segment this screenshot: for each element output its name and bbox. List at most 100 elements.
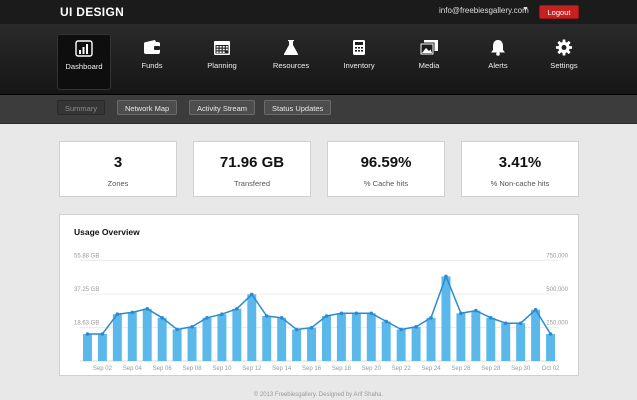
nav-item-settings[interactable]: Settings	[537, 34, 591, 90]
usage-overview-panel: Usage Overview 55.88 GB 37.25 GB 18.63 GB 7…	[59, 214, 579, 376]
flask-icon	[283, 40, 299, 55]
chart-bar	[277, 317, 287, 361]
series-point	[444, 274, 448, 279]
x-tick-label: Sep 16	[302, 366, 322, 372]
usage-chart: 55.88 GB 37.25 GB 18.63 GB 750,000 500,000 25…	[74, 253, 569, 372]
chart-bar	[142, 308, 152, 361]
chart-bar	[321, 316, 331, 361]
chart-icon	[75, 40, 93, 57]
series-point	[264, 314, 269, 318]
top-bar: UI DESIGN info@freebiesgallery.com ▼ Log…	[0, 0, 637, 24]
chart-bar	[172, 329, 182, 361]
chart-bar	[546, 334, 556, 361]
series-point	[533, 307, 538, 312]
x-tick-label: Sep 26	[451, 366, 471, 372]
stat-card-cache-hits: 96.59% % Cache hits	[327, 141, 445, 197]
chart-bar	[232, 308, 242, 361]
series-point	[324, 314, 329, 318]
y-right-tick-label: 250,000	[546, 320, 568, 326]
stat-value: 96.59%	[360, 154, 412, 171]
series-point	[190, 325, 194, 329]
chart-bar	[381, 321, 391, 361]
chart-bar	[187, 326, 197, 361]
main-nav: Dashboard Funds Planning Resources Inven…	[0, 24, 637, 95]
series-point	[384, 319, 389, 324]
series-point	[399, 327, 403, 332]
series-point	[369, 311, 374, 316]
chart-bar	[471, 310, 481, 361]
stat-value: 3	[113, 154, 123, 171]
chart-bar	[127, 312, 137, 361]
x-tick-label: Sep 14	[272, 366, 292, 372]
chart-bar	[217, 314, 227, 361]
x-tick-label: Sep 24	[422, 366, 442, 372]
tab-activity-stream[interactable]: Activity Stream	[189, 100, 256, 115]
x-tick-label: Sep 30	[511, 366, 531, 372]
wallet-icon	[144, 40, 160, 54]
brand-logo: UI DESIGN	[60, 5, 125, 19]
series-point	[85, 332, 90, 336]
nav-item-resources[interactable]: Resources	[264, 34, 318, 90]
chart-bar	[411, 326, 421, 361]
gear-icon	[555, 39, 573, 56]
chart-bar	[307, 327, 317, 361]
stat-value: 71.96 GB	[219, 154, 285, 171]
x-tick-label: Sep 02	[93, 366, 113, 372]
y-right-tick-label: 500,000	[546, 287, 568, 293]
series-point	[354, 311, 359, 316]
nav-item-inventory[interactable]: Inventory	[332, 34, 386, 90]
series-line	[87, 274, 552, 335]
tab-network-map[interactable]: Network Map	[117, 100, 178, 115]
x-tick-label: Sep 10	[212, 366, 232, 372]
x-tick-label: Sep 18	[332, 366, 352, 372]
chart-bar	[112, 314, 122, 361]
tab-summary[interactable]: Summary	[57, 100, 106, 115]
account-dropdown-caret-icon[interactable]: ▼	[522, 6, 529, 13]
calculator-icon	[353, 40, 365, 55]
chart-bar	[292, 329, 302, 361]
chart-bar	[441, 276, 451, 361]
chart-bar	[247, 294, 257, 361]
series-point	[205, 316, 209, 320]
user-email-link[interactable]: info@freebiesgallery.com	[439, 6, 529, 15]
chart-bar	[202, 317, 212, 361]
series-point	[474, 308, 478, 313]
tab-status-updates[interactable]: Status Updates	[264, 100, 332, 115]
nav-item-funds[interactable]: Funds	[125, 34, 179, 90]
y-left-tick-label: 55.88 GB	[74, 253, 99, 259]
series-point	[518, 321, 523, 325]
nav-label-inventory: Inventory	[343, 61, 375, 70]
chart-bar	[366, 313, 376, 361]
y-left-tick-label: 37.25 GB	[74, 287, 99, 293]
chart-bar	[351, 313, 361, 361]
chart-bar	[426, 317, 436, 361]
series-point	[220, 312, 224, 316]
nav-item-planning[interactable]: Planning	[195, 34, 249, 90]
x-tick-label: Sep 20	[362, 366, 382, 372]
y-right-tick-label: 750,000	[546, 253, 568, 259]
chart-bar	[396, 329, 406, 361]
nav-label-alerts: Alerts	[488, 61, 508, 70]
x-tick-label: Sep 28	[481, 366, 501, 372]
stat-label: % Non-cache hits	[490, 179, 550, 188]
series-point	[459, 311, 463, 316]
nav-item-alerts[interactable]: Alerts	[471, 34, 525, 90]
footer-text: © 2013 Freebiesgallery. Designed by Arif…	[253, 392, 384, 398]
series-point	[235, 307, 239, 311]
stat-label: Transfered	[234, 179, 270, 188]
nav-item-dashboard[interactable]: Dashboard	[57, 34, 111, 90]
chart-bar	[516, 323, 526, 361]
chart-bar	[157, 317, 167, 361]
nav-label-media: Media	[418, 61, 440, 70]
logout-button[interactable]: Logout	[539, 5, 579, 19]
nav-label-settings: Settings	[550, 61, 578, 70]
chart-bar	[456, 313, 466, 361]
nav-item-media[interactable]: Media	[402, 34, 456, 90]
chart-bar	[82, 334, 92, 361]
stat-label: % Cache hits	[363, 179, 409, 188]
stat-card-zones: 3 Zones	[59, 141, 177, 197]
chart-bar	[336, 313, 346, 361]
x-tick-label: Sep 08	[183, 366, 203, 372]
series-point	[115, 312, 120, 316]
chart-bar	[501, 323, 511, 361]
